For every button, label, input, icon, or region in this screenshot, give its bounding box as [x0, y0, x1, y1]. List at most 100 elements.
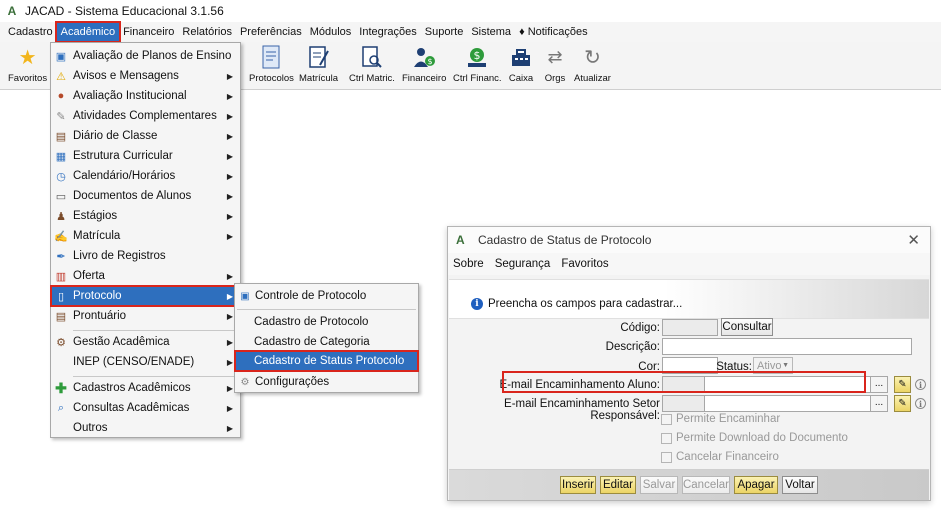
toolbar-financeiro-button[interactable]: $ Financeiro	[402, 44, 446, 84]
voltar-button[interactable]: Voltar	[782, 476, 818, 494]
permite-download-checkbox[interactable]: Permite Download do Documento	[661, 432, 848, 444]
permite-encaminhar-checkbox[interactable]: Permite Encaminhar	[661, 413, 780, 425]
menu-academico[interactable]: Acadêmico	[54, 21, 122, 43]
menu-item-consultas-academicas[interactable]: ⌕ Consultas Acadêmicas ▶	[51, 398, 240, 418]
close-icon[interactable]: ✕	[907, 231, 920, 249]
chevron-right-icon: ▶	[226, 271, 233, 281]
menu-item-calendario[interactable]: ◷ Calendário/Horários ▶	[51, 166, 240, 186]
toolbar-ctrl-financ-button[interactable]: $ Ctrl Financ.	[453, 44, 502, 84]
menu-item-estrutura[interactable]: ▦ Estrutura Curricular ▶	[51, 146, 240, 166]
search-icon: ⌕	[57, 401, 65, 414]
email-setor-code-input[interactable]	[662, 395, 705, 412]
submenu-item-cadastro-categoria[interactable]: Cadastro de Categoria	[235, 332, 418, 352]
cancelar-financeiro-checkbox[interactable]: Cancelar Financeiro	[661, 451, 779, 463]
menu-suporte[interactable]: Suporte	[421, 23, 468, 41]
menu-item-avisos[interactable]: ⚠ Avisos e Mensagens ▶	[51, 66, 240, 86]
menu-item-gestao[interactable]: ⚙ Gestão Acadêmica ▶	[51, 332, 240, 352]
submenu-item-cadastro-status-protocolo[interactable]: Cadastro de Status Protocolo	[234, 350, 419, 372]
toolbar-orgs-label: Orgs	[544, 73, 566, 84]
descricao-input[interactable]	[662, 338, 912, 355]
salvar-button[interactable]: Salvar	[640, 476, 678, 494]
menu-sistema[interactable]: Sistema	[467, 23, 515, 41]
menu-item-avaliacao-institucional[interactable]: ● Avaliação Institucional ▶	[51, 86, 240, 106]
bell-icon: ♦	[519, 26, 525, 38]
consultar-button[interactable]: Consultar	[721, 318, 773, 336]
email-aluno-info-icon[interactable]: i	[915, 379, 926, 390]
toolbar-matricula-button[interactable]: Matrícula	[299, 44, 338, 84]
protocolo-submenu: ▣ Controle de Protocolo Cadastro de Prot…	[234, 283, 419, 393]
chevron-right-icon: ▶	[226, 423, 233, 433]
toolbar-ctrl-matric-button[interactable]: Ctrl Matric.	[349, 44, 395, 84]
submenu-item-label: Configurações	[255, 376, 330, 388]
person-money-icon: $	[411, 44, 437, 70]
menu-item-inep[interactable]: INEP (CENSO/ENADE) ▶	[51, 352, 240, 372]
app-logo-icon: A	[456, 233, 465, 247]
menu-relatorios[interactable]: Relatórios	[178, 23, 236, 41]
menu-financeiro[interactable]: Financeiro	[119, 23, 178, 41]
menu-integracoes[interactable]: Integrações	[355, 23, 420, 41]
toolbar-orgs-button[interactable]: ⇄ Orgs	[542, 44, 568, 85]
submenu-item-configuracoes[interactable]: ⚙ Configurações	[235, 372, 418, 392]
email-aluno-edit-icon[interactable]: ✎	[894, 376, 911, 393]
menu-item-outros[interactable]: Outros ▶	[51, 418, 240, 438]
email-setor-lookup-button[interactable]: ...	[870, 395, 888, 412]
email-setor-info-icon[interactable]: i	[915, 398, 926, 409]
menu-cadastro[interactable]: Cadastro	[4, 23, 57, 41]
svg-text:$: $	[474, 49, 481, 62]
refresh-icon: ↻	[584, 46, 601, 69]
toolbar-atualizar-label: Atualizar	[574, 73, 611, 84]
menu-item-label: INEP (CENSO/ENADE)	[73, 356, 195, 368]
cancelar-button[interactable]: Cancelar	[682, 476, 730, 494]
inserir-button[interactable]: Inserir	[560, 476, 596, 494]
submenu-item-label: Controle de Protocolo	[255, 290, 367, 302]
menu-item-oferta[interactable]: ▥ Oferta ▶	[51, 266, 240, 286]
editar-button[interactable]: Editar	[600, 476, 636, 494]
dialog-menu-sobre[interactable]: Sobre	[453, 258, 484, 270]
email-setor-label: E-mail Encaminhamento Setor Responsável:	[504, 398, 660, 422]
chevron-right-icon: ▶	[226, 357, 233, 367]
structure-icon: ▦	[55, 150, 67, 163]
menu-item-avaliacao-planos[interactable]: ▣ Avaliação de Planos de Ensino	[51, 46, 240, 66]
toolbar-caixa-button[interactable]: Caixa	[508, 44, 534, 84]
submenu-item-cadastro-protocolo[interactable]: Cadastro de Protocolo	[235, 312, 418, 332]
menu-item-documentos[interactable]: ▭ Documentos de Alunos ▶	[51, 186, 240, 206]
info-icon: i	[471, 298, 483, 310]
submenu-item-controle-protocolo[interactable]: ▣ Controle de Protocolo	[235, 286, 418, 306]
menu-item-estagios[interactable]: ♟ Estágios ▶	[51, 206, 240, 226]
clipboard-icon: ✍	[54, 230, 68, 243]
toolbar-favoritos-button[interactable]: ★ Favoritos	[8, 44, 47, 85]
codigo-input[interactable]	[662, 319, 718, 336]
folder-icon: ▭	[55, 190, 67, 203]
dialog-menu-seguranca[interactable]: Segurança	[495, 258, 551, 270]
menu-item-matricula[interactable]: ✍ Matrícula ▶	[51, 226, 240, 246]
toolbar-atualizar-button[interactable]: ↻ Atualizar	[574, 44, 611, 85]
menu-item-livro-registros[interactable]: ✒ Livro de Registros	[51, 246, 240, 266]
dialog-menubar: Sobre Segurança Favoritos	[448, 253, 930, 275]
checkbox-label: Permite Download do Documento	[676, 432, 848, 444]
menu-item-atividades[interactable]: ✎ Atividades Complementares ▶	[51, 106, 240, 126]
checkbox-label: Permite Encaminhar	[676, 413, 781, 425]
menu-item-label: Estrutura Curricular	[73, 150, 173, 162]
info-message: Preencha os campos para cadastrar...	[488, 298, 683, 310]
email-setor-edit-icon[interactable]: ✎	[894, 395, 911, 412]
menu-item-diario[interactable]: ▤ Diário de Classe ▶	[51, 126, 240, 146]
checkbox-box	[661, 432, 672, 444]
email-setor-input[interactable]	[704, 395, 871, 412]
menu-notificacoes[interactable]: ♦ Notificações	[515, 23, 592, 41]
money-icon: $	[464, 44, 490, 70]
menu-separator	[237, 309, 416, 310]
menu-item-protocolo[interactable]: ▯ Protocolo ▶	[50, 285, 241, 307]
gears-icon: ⚙	[56, 336, 66, 349]
toolbar-protocolos-button[interactable]: Protocolos	[249, 44, 294, 84]
menu-item-label: Documentos de Alunos	[73, 190, 192, 202]
menu-item-prontuario[interactable]: ▤ Prontuário ▶	[51, 306, 240, 326]
email-aluno-lookup-button[interactable]: ...	[870, 376, 888, 393]
dialog-menu-favoritos[interactable]: Favoritos	[561, 258, 608, 270]
apagar-button[interactable]: Apagar	[734, 476, 778, 494]
menu-modulos[interactable]: Módulos	[306, 23, 356, 41]
menu-item-label: Matrícula	[73, 230, 121, 242]
menu-item-cadastros-academicos[interactable]: ✚ Cadastros Acadêmicos ▶	[51, 378, 240, 398]
menu-preferencias[interactable]: Preferências	[236, 23, 306, 41]
menu-item-label: Protocolo	[73, 290, 122, 302]
dialog-titlebar: A Cadastro de Status de Protocolo ✕	[448, 227, 930, 253]
